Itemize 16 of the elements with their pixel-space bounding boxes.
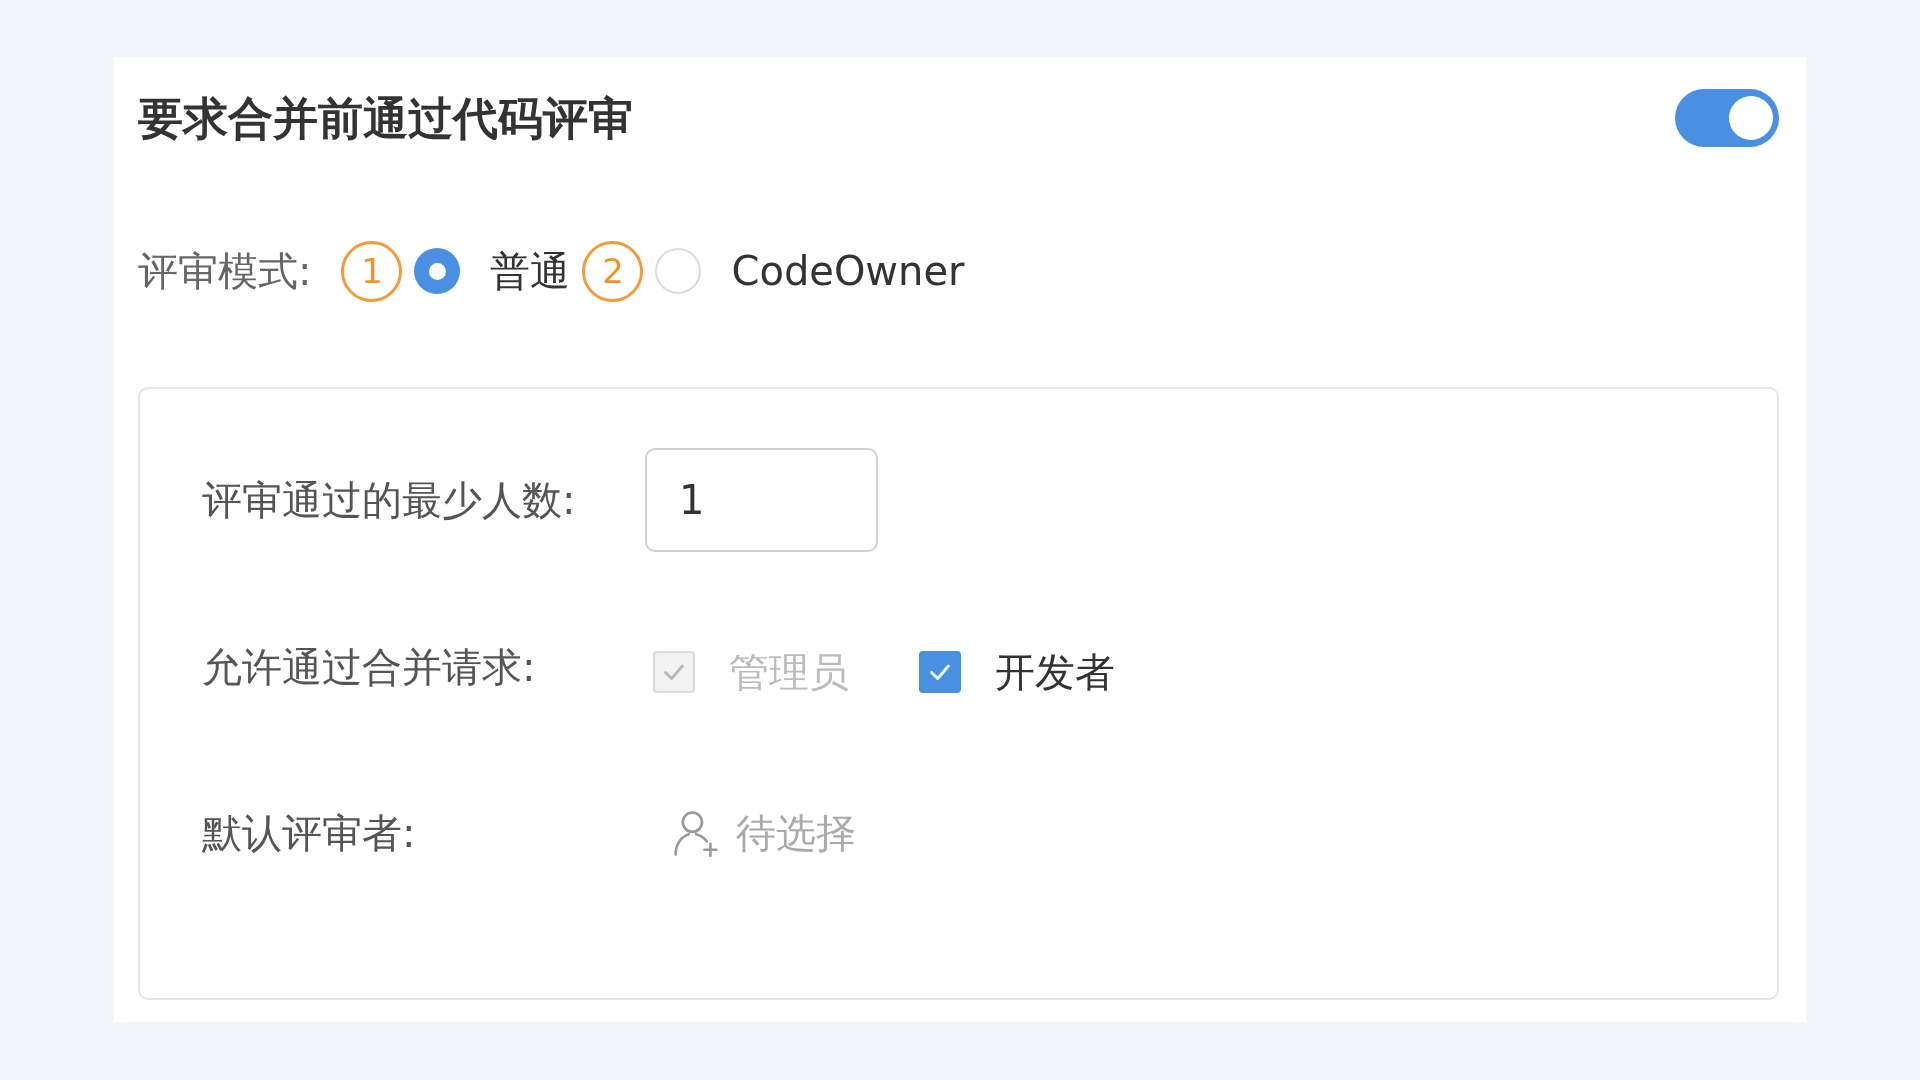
user-add-icon [672, 809, 720, 857]
field-label: 评审通过的最少人数: [202, 480, 577, 520]
number-input-field[interactable]: 1 [645, 448, 878, 552]
field-label: 评审模式: [138, 251, 312, 291]
radio-button[interactable] [414, 248, 461, 294]
checkbox-option[interactable]: 开发者 [919, 651, 1115, 693]
toggle-switch[interactable] [1675, 89, 1779, 147]
numbered-callout: 2 [582, 240, 644, 302]
radio-option[interactable]: 普通 [414, 248, 571, 294]
numbered-callout: 1 [341, 240, 403, 302]
radio-button[interactable] [655, 248, 702, 294]
field-label: 默认评审者: [202, 813, 417, 853]
field-label: 允许通过合并请求: [202, 647, 537, 687]
section-title: 要求合并前通过代码评审 [138, 95, 633, 141]
checkbox[interactable] [919, 651, 961, 693]
radio-option[interactable]: CodeOwner [655, 248, 965, 294]
